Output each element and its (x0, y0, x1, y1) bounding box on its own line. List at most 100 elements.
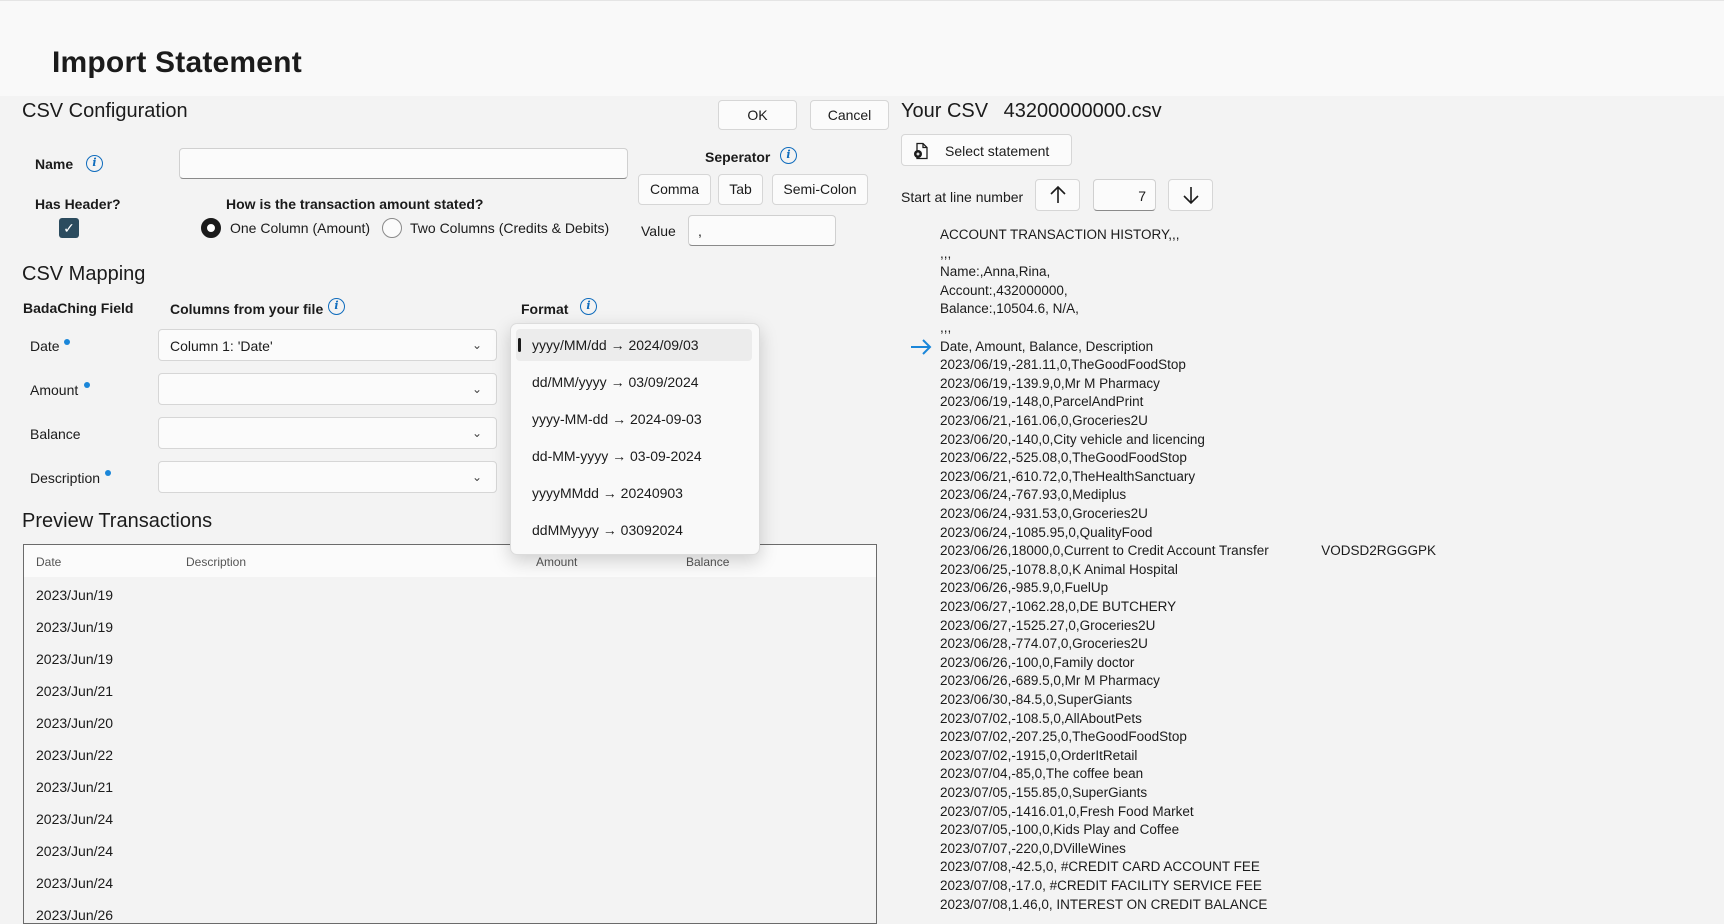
csv-line: Name:,Anna,Rina, (940, 264, 1051, 280)
select-statement-button[interactable]: Select statement (901, 134, 1072, 166)
csv-line: Balance:,10504.6, N/A, (940, 301, 1079, 317)
format-option[interactable]: dd-MM-yyyy → 03-09-2024 (516, 440, 752, 472)
csv-line: 2023/06/24,-1085.95,0,QualityFood (940, 524, 1153, 540)
csv-line: 2023/07/02,-1915,0,OrderItRetail (940, 747, 1138, 763)
required-indicator (64, 339, 70, 345)
format-option[interactable]: yyyy-MM-dd → 2024-09-03 (516, 403, 752, 435)
table-row[interactable]: 2023/Jun/21 (24, 675, 876, 707)
csv-panel-title: Your CSV 43200000000.csv (901, 100, 1162, 123)
separator-label: Seperator (705, 149, 771, 165)
header-description[interactable]: Description (186, 555, 246, 569)
csv-line: 2023/06/26,18000,0,Current to Credit Acc… (940, 543, 1436, 559)
field-label-amount: Amount (30, 382, 79, 398)
description-column-select[interactable]: ⌄ (158, 461, 497, 493)
field-label-balance: Balance (30, 426, 81, 442)
preview-title: Preview Transactions (22, 510, 213, 532)
document-icon (914, 142, 928, 160)
arrow-down-icon (1182, 187, 1199, 205)
name-input[interactable] (179, 148, 628, 179)
table-row[interactable]: 2023/Jun/22 (24, 739, 876, 771)
csv-line: 2023/07/07,-220,0,DVilleWines (940, 840, 1126, 856)
field-label-date: Date (30, 338, 60, 354)
page-title: Import Statement (52, 46, 302, 79)
header-amount[interactable]: Amount (536, 555, 577, 569)
columns-info-icon[interactable]: i (328, 298, 345, 315)
csv-line: 2023/07/05,-1416.01,0,Fresh Food Market (940, 803, 1194, 819)
required-indicator (84, 382, 90, 388)
format-option[interactable]: ddMMyyyy → 03092024 (516, 514, 752, 546)
line-down-button[interactable] (1168, 179, 1213, 211)
separator-info-icon[interactable]: i (780, 147, 797, 164)
table-row[interactable]: 2023/Jun/21 (24, 771, 876, 803)
balance-column-select[interactable]: ⌄ (158, 417, 497, 449)
chevron-down-icon: ⌄ (471, 426, 482, 440)
csv-line: ACCOUNT TRANSACTION HISTORY,,, (940, 227, 1180, 242)
csv-line: ,,, (940, 320, 952, 335)
csv-line: 2023/06/21,-161.06,0,Groceries2U (940, 413, 1148, 428)
date-column-select[interactable]: Column 1: 'Date' ⌄ (158, 329, 497, 361)
header-balance[interactable]: Balance (686, 555, 729, 569)
format-option[interactable]: yyyyMMdd → 20240903 (516, 477, 752, 509)
separator-semicolon-button[interactable]: Semi-Colon (772, 174, 868, 205)
cancel-button[interactable]: Cancel (810, 100, 889, 130)
separator-tab-button[interactable]: Tab (718, 174, 763, 205)
format-option[interactable]: dd/MM/yyyy → 03/09/2024 (516, 366, 752, 398)
csv-line: 2023/07/02,-108.5,0,AllAboutPets (940, 710, 1142, 726)
csv-line: 2023/06/21,-610.72,0,TheHealthSanctuary (940, 468, 1196, 484)
csv-line: 2023/07/04,-85,0,The coffee bean (940, 766, 1144, 782)
csv-line: 2023/06/27,-1525.27,0,Groceries2U (940, 617, 1156, 633)
format-option[interactable]: yyyy/MM/dd → 2024/09/03 (516, 329, 752, 361)
format-header: Format (521, 301, 569, 317)
csv-line: 2023/06/19,-148,0,ParcelAndPrint (940, 394, 1144, 410)
chevron-down-icon: ⌄ (471, 382, 482, 396)
csv-line: 2023/06/26,-100,0,Family doctor (940, 654, 1135, 670)
table-row[interactable]: 2023/Jun/19 (24, 643, 876, 675)
radio-two-columns-label: Two Columns (Credits & Debits) (410, 220, 610, 236)
ok-button[interactable]: OK (718, 100, 797, 130)
name-info-icon[interactable]: i (86, 155, 103, 172)
csv-config-title: CSV Configuration (22, 100, 188, 122)
csv-filename: 43200000000.csv (1003, 100, 1162, 122)
arrow-right-icon (911, 339, 932, 355)
chevron-down-icon: ⌄ (471, 470, 482, 484)
csv-line: 2023/06/20,-140,0,City vehicle and licen… (940, 431, 1205, 447)
csv-line: 2023/06/25,-1078.8,0,K Animal Hospital (940, 561, 1178, 577)
has-header-checkbox[interactable]: ✓ (59, 218, 79, 238)
line-up-button[interactable] (1035, 179, 1080, 211)
table-row[interactable]: 2023/Jun/20 (24, 707, 876, 739)
header-date[interactable]: Date (36, 555, 61, 569)
csv-mapping-title: CSV Mapping (22, 263, 146, 285)
has-header-label: Has Header? (35, 196, 121, 212)
amount-column-select[interactable]: ⌄ (158, 373, 497, 405)
table-row[interactable]: 2023/Jun/24 (24, 803, 876, 835)
csv-line: 2023/06/30,-84.5,0,SuperGiants (940, 692, 1133, 707)
start-line-input[interactable]: 7 (1093, 179, 1156, 211)
csv-line: 2023/07/08,1.46,0, INTEREST ON CREDIT BA… (940, 896, 1268, 912)
table-row[interactable]: 2023/Jun/24 (24, 867, 876, 899)
field-label-description: Description (30, 470, 101, 486)
csv-line: 2023/06/19,-281.11,0,TheGoodFoodStop (940, 357, 1186, 373)
csv-line: 2023/07/02,-207.25,0,TheGoodFoodStop (940, 729, 1187, 745)
separator-comma-button[interactable]: Comma (638, 174, 711, 205)
table-row[interactable]: 2023/Jun/19 (24, 611, 876, 643)
csv-line: 2023/06/28,-774.07,0,Groceries2U (940, 636, 1148, 652)
csv-line: 2023/06/22,-525.08,0,TheGoodFoodStop (940, 450, 1187, 466)
radio-one-column-label: One Column (Amount) (230, 220, 371, 236)
csv-line: 2023/06/26,-689.5,0,Mr M Pharmacy (940, 673, 1160, 689)
csv-line: 2023/07/05,-155.85,0,SuperGiants (940, 785, 1148, 800)
csv-line: 2023/07/05,-100,0,Kids Play and Coffee (940, 822, 1180, 838)
chevron-down-icon: ⌄ (471, 338, 482, 352)
table-row[interactable]: 2023/Jun/19 (24, 579, 876, 611)
csv-line: 2023/06/24,-931.53,0,Groceries2U (940, 506, 1148, 521)
table-row[interactable]: 2023/Jun/24 (24, 835, 876, 867)
table-row[interactable]: 2023/Jun/26 (24, 899, 876, 923)
preview-table: Date Description Amount Balance 2023/Jun… (23, 544, 877, 924)
csv-line: 2023/07/08,-42.5,0, #CREDIT CARD ACCOUNT… (940, 859, 1260, 875)
format-dropdown[interactable]: yyyy/MM/dd → 2024/09/03 dd/MM/yyyy → 03/… (510, 323, 760, 555)
csv-line: 2023/06/26,-985.9,0,FuelUp (940, 580, 1109, 596)
radio-two-columns[interactable] (382, 218, 402, 238)
csv-line: 2023/06/27,-1062.28,0,DE BUTCHERY (940, 599, 1177, 614)
separator-value-input[interactable]: , (688, 215, 836, 246)
radio-one-column[interactable] (201, 218, 221, 238)
format-info-icon[interactable]: i (580, 298, 597, 315)
